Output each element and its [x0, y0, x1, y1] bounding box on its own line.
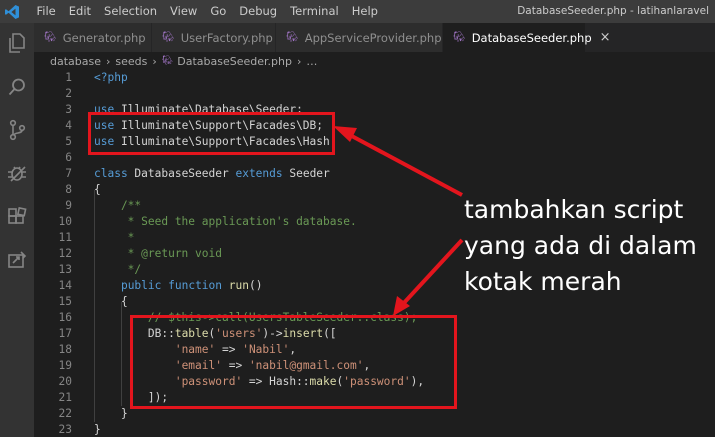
arrow-to-imports: [347, 132, 463, 197]
annotation-line-2: yang ada di dalam: [464, 231, 697, 260]
annotation-text: tambahkan script yang ada di dalam kotak…: [464, 192, 714, 300]
annotation-line-3: kotak merah: [464, 267, 622, 296]
arrow-to-insert: [400, 238, 464, 307]
annotation-line-1: tambahkan script: [464, 195, 684, 224]
arrow-head-imports: [333, 126, 357, 142]
